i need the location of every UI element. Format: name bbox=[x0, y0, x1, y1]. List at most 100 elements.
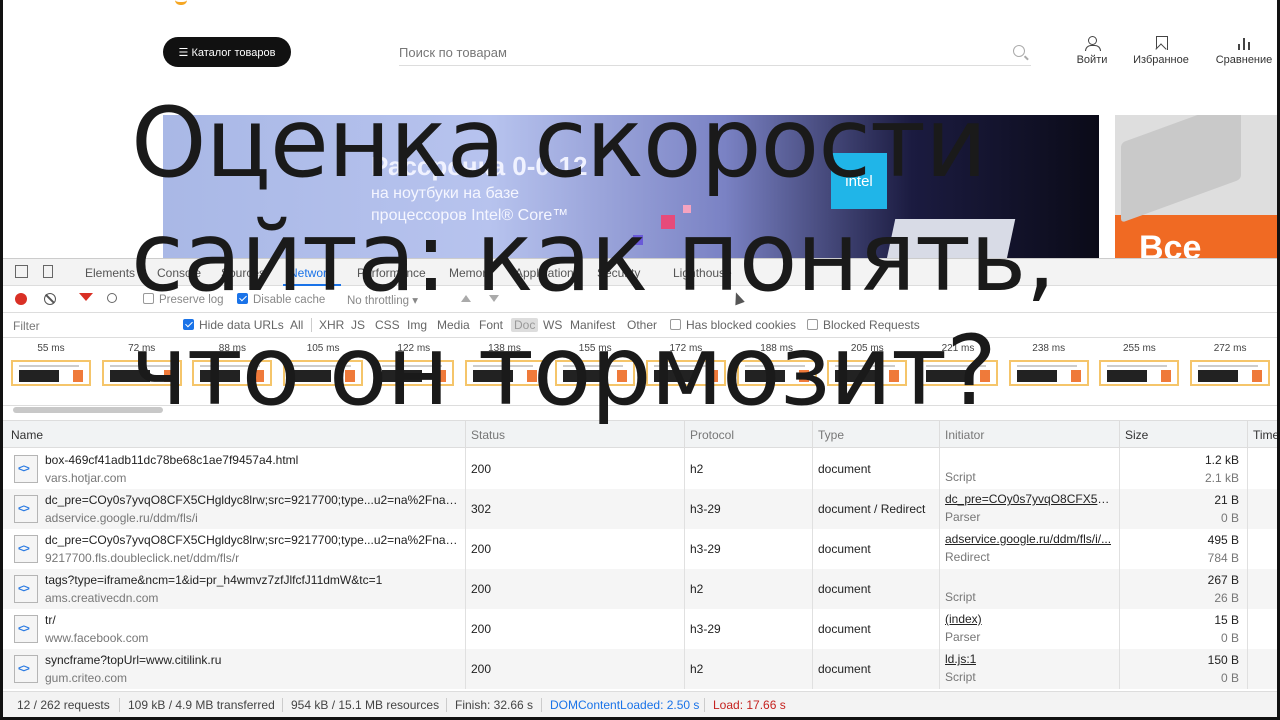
type-filter-img[interactable]: Img bbox=[407, 318, 427, 332]
column-name[interactable]: Name bbox=[3, 421, 465, 449]
search-input[interactable] bbox=[399, 42, 999, 62]
filmstrip-frame[interactable]: 272 ms bbox=[1188, 342, 1272, 386]
divider bbox=[704, 698, 705, 712]
tab-lighthouse[interactable]: Lighthouse bbox=[673, 266, 732, 280]
status-cell: 200 bbox=[465, 449, 684, 489]
tab-security[interactable]: Security bbox=[597, 266, 640, 280]
column-size[interactable]: Size bbox=[1119, 421, 1247, 449]
initiator-link[interactable]: dc_pre=COy0s7yvqO8CFX5CH... bbox=[945, 492, 1115, 506]
clear-icon[interactable] bbox=[44, 293, 56, 305]
time-cell bbox=[1247, 649, 1277, 689]
filmstrip-frame[interactable]: 122 ms bbox=[372, 342, 456, 386]
table-row[interactable]: <> tr/www.facebook.com 200 h3-29 document (in… bbox=[3, 609, 1277, 649]
filmstrip-frame[interactable]: 55 ms bbox=[9, 342, 93, 386]
login-button[interactable]: Войти bbox=[1071, 36, 1113, 66]
filmstrip-frame[interactable]: 155 ms bbox=[553, 342, 637, 386]
search-icon[interactable] bbox=[107, 293, 117, 303]
type-filter-all[interactable]: All bbox=[290, 318, 303, 332]
type-filter-doc[interactable]: Doc bbox=[511, 318, 539, 332]
type-cell: document bbox=[812, 569, 939, 609]
promo-banner[interactable]: Рассрочка 0-0-12 на ноутбуки на базе про… bbox=[163, 115, 1099, 258]
initiator-cell: adservice.google.ru/ddm/fls/i/... Redirec… bbox=[939, 529, 1119, 569]
request-domain: ams.creativecdn.com bbox=[45, 591, 159, 605]
initiator-link[interactable]: adservice.google.ru/ddm/fls/i/... bbox=[945, 532, 1111, 546]
table-row[interactable]: <> dc_pre=COy0s7yvqO8CFX5CHgldyc8lrw;src=… bbox=[3, 529, 1277, 569]
filmstrip-frame[interactable]: 172 ms bbox=[644, 342, 728, 386]
filmstrip-frame[interactable]: 105 ms bbox=[281, 342, 365, 386]
screenshot-filmstrip: 55 ms 72 ms 88 ms 105 ms 122 ms 138 ms 155 ms 1… bbox=[3, 338, 1277, 406]
catalog-button[interactable]: ☰ Каталог товаров bbox=[163, 37, 291, 67]
size-cell: 495 B 784 B bbox=[1119, 529, 1247, 569]
search-icon[interactable] bbox=[1013, 45, 1025, 57]
filmstrip-frame[interactable]: 72 ms bbox=[100, 342, 184, 386]
type-filter-ws[interactable]: WS bbox=[543, 318, 562, 332]
tab-application[interactable]: Application bbox=[515, 266, 574, 280]
filmstrip-frame[interactable]: 221 ms bbox=[916, 342, 1000, 386]
frame-time: 72 ms bbox=[128, 343, 156, 354]
filmstrip-frame[interactable]: 205 ms bbox=[825, 342, 909, 386]
table-row[interactable]: <> box-469cf41adb11dc78be68c1ae7f9457a4.h… bbox=[3, 449, 1277, 489]
type-filter-manifest[interactable]: Manifest bbox=[570, 318, 615, 332]
hide-data-urls-checkbox[interactable]: Hide data URLs bbox=[183, 318, 284, 332]
favorites-button[interactable]: Избранное bbox=[1129, 36, 1193, 66]
protocol-cell: h2 bbox=[684, 649, 812, 689]
transferred-size: 1.2 kB bbox=[1204, 453, 1239, 467]
side-banner[interactable]: Все bbox=[1115, 115, 1277, 258]
column-status[interactable]: Status bbox=[465, 421, 684, 449]
frame-time: 238 ms bbox=[1032, 343, 1066, 354]
resource-size: 26 B bbox=[1214, 591, 1239, 605]
type-filter-font[interactable]: Font bbox=[479, 318, 503, 332]
import-har-icon[interactable] bbox=[461, 295, 471, 302]
request-domain: 9217700.fls.doubleclick.net/ddm/fls/r bbox=[45, 551, 240, 565]
status-cell: 200 bbox=[465, 569, 684, 609]
table-row[interactable]: <> tags?type=iframe&ncm=1&id=pr_h4wmvz7zf… bbox=[3, 569, 1277, 609]
divider bbox=[119, 698, 120, 712]
table-row[interactable]: <> syncframe?topUrl=www.citilink.ru gum.cr… bbox=[3, 649, 1277, 689]
tab-elements[interactable]: Elements bbox=[85, 266, 135, 280]
column-type[interactable]: Type bbox=[812, 421, 939, 449]
name-cell: <> dc_pre=COy0s7yvqO8CFX5CHgldyc8lrw;src=… bbox=[3, 489, 465, 529]
bookmark-icon bbox=[1154, 36, 1168, 50]
tab-sources[interactable]: Sources bbox=[221, 266, 265, 280]
logo-fragment[interactable] bbox=[175, 0, 187, 5]
tab-memory[interactable]: Memory bbox=[449, 266, 492, 280]
type-filter-other[interactable]: Other bbox=[627, 318, 657, 332]
filter-input[interactable] bbox=[13, 318, 173, 334]
type-filter-media[interactable]: Media bbox=[437, 318, 470, 332]
blocked-requests-checkbox[interactable]: Blocked Requests bbox=[807, 318, 920, 332]
horizontal-scrollbar[interactable] bbox=[13, 407, 163, 413]
has-blocked-cookies-checkbox[interactable]: Has blocked cookies bbox=[670, 318, 796, 332]
table-row[interactable]: <> dc_pre=COy0s7yvqO8CFX5CHgldyc8lrw;src=… bbox=[3, 489, 1277, 529]
throttling-select[interactable]: No throttling ▾ bbox=[347, 293, 418, 307]
column-time[interactable]: Time bbox=[1247, 421, 1277, 449]
tab-performance[interactable]: Performance bbox=[357, 266, 426, 280]
frame-time: 55 ms bbox=[37, 343, 65, 354]
compare-button[interactable]: Сравнение bbox=[1211, 36, 1277, 66]
initiator-link[interactable]: ld.js:1 bbox=[945, 652, 976, 666]
filmstrip-frame[interactable]: 255 ms bbox=[1097, 342, 1181, 386]
type-filter-js[interactable]: JS bbox=[351, 318, 365, 332]
tab-console[interactable]: Console bbox=[157, 266, 201, 280]
frame-thumbnail bbox=[1099, 360, 1180, 386]
tab-network[interactable]: Network bbox=[289, 266, 333, 280]
initiator-cell: (index) Parser bbox=[939, 609, 1119, 649]
filmstrip-frame[interactable]: 238 ms bbox=[1007, 342, 1091, 386]
preserve-log-label: Preserve log bbox=[159, 294, 224, 306]
column-initiator[interactable]: Initiator bbox=[939, 421, 1119, 449]
export-har-icon[interactable] bbox=[489, 295, 499, 302]
filter-icon[interactable] bbox=[79, 293, 93, 301]
column-protocol[interactable]: Protocol bbox=[684, 421, 812, 449]
filmstrip-frame[interactable]: 138 ms bbox=[463, 342, 547, 386]
disable-cache-checkbox[interactable]: Disable cache bbox=[237, 293, 325, 306]
initiator-link[interactable]: (index) bbox=[945, 612, 982, 626]
type-filter-xhr[interactable]: XHR bbox=[319, 318, 344, 332]
inspect-icon[interactable] bbox=[15, 265, 28, 278]
record-button[interactable] bbox=[15, 293, 27, 305]
filmstrip-frame[interactable]: 188 ms bbox=[735, 342, 819, 386]
device-toggle-icon[interactable] bbox=[43, 265, 53, 278]
checkbox-icon bbox=[807, 319, 818, 330]
type-filter-css[interactable]: CSS bbox=[375, 318, 400, 332]
preserve-log-checkbox[interactable]: Preserve log bbox=[143, 293, 224, 306]
filmstrip-frame[interactable]: 88 ms bbox=[190, 342, 274, 386]
checkbox-icon bbox=[143, 293, 154, 304]
